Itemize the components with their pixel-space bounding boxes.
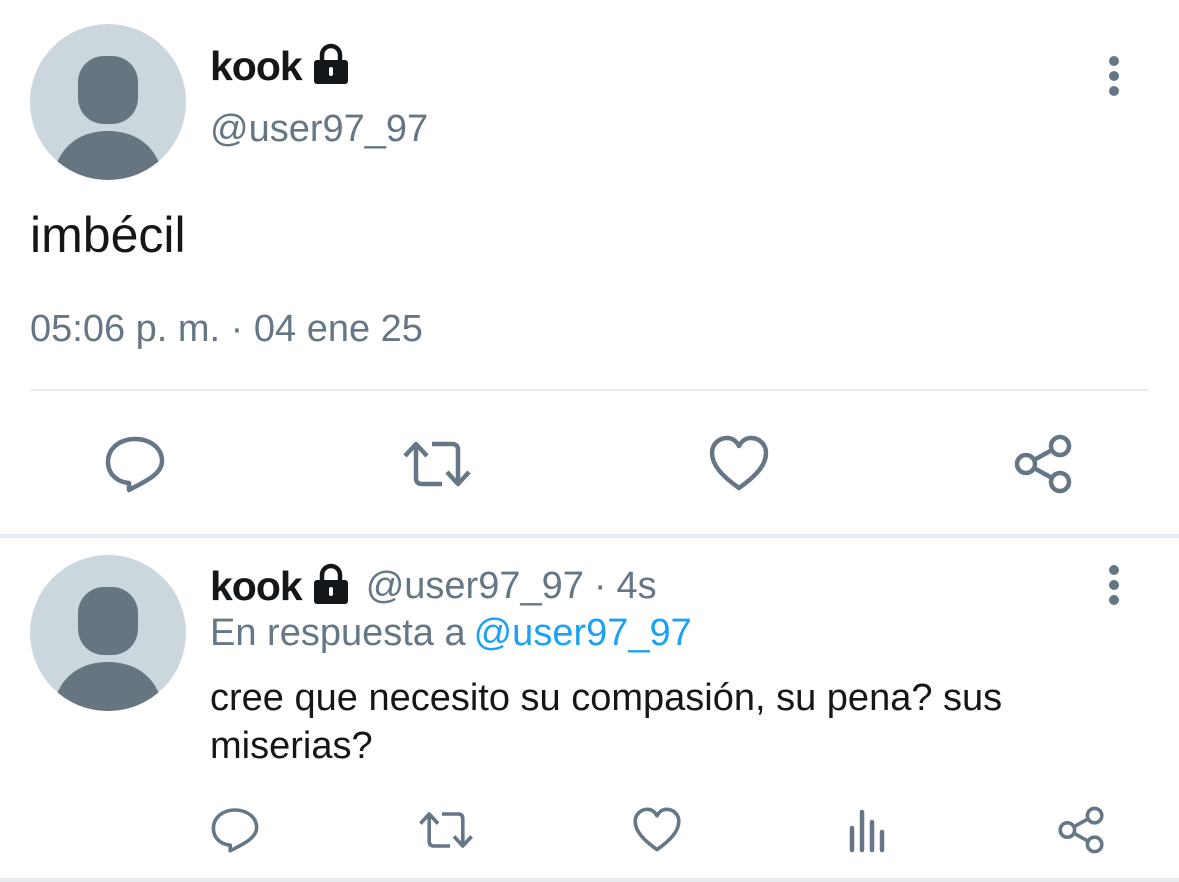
heart-icon bbox=[633, 807, 681, 852]
reply-header: kook @user97_97 · 4s bbox=[210, 558, 657, 614]
display-name[interactable]: kook bbox=[210, 563, 303, 610]
reply-icon bbox=[105, 436, 165, 493]
reply-icon bbox=[211, 808, 259, 853]
tweet-text: imbécil bbox=[30, 207, 186, 263]
separator: · bbox=[593, 564, 607, 607]
tweet-detail-page: kook @user97_97 imbécil 05:06 p. m. · 04… bbox=[0, 0, 1179, 882]
tweet-age: 4s bbox=[616, 564, 657, 607]
like-button[interactable] bbox=[708, 434, 770, 497]
tweet-text: cree que necesito su compasión, su pena?… bbox=[210, 677, 1003, 767]
reply-tweet[interactable]: kook @user97_97 · 4s En respuesta a @user… bbox=[0, 538, 1179, 882]
author-handle[interactable]: @user97_97 bbox=[366, 565, 584, 608]
reply-button[interactable] bbox=[210, 806, 260, 859]
retweet-button[interactable] bbox=[402, 434, 472, 499]
replying-to: En respuesta a @user97_97 bbox=[210, 612, 692, 655]
display-name[interactable]: kook bbox=[210, 43, 303, 90]
analytics-button[interactable] bbox=[846, 806, 890, 859]
mention-link[interactable]: @user97_97 bbox=[474, 612, 692, 654]
share-button[interactable] bbox=[1012, 434, 1074, 499]
heart-icon bbox=[709, 435, 769, 491]
default-profile-icon bbox=[52, 56, 164, 180]
retweet-icon bbox=[403, 441, 471, 487]
replying-to-label: En respuesta a bbox=[210, 612, 466, 654]
author-handle[interactable]: @user97_97 bbox=[210, 108, 428, 151]
author-name-row[interactable]: kook bbox=[210, 40, 352, 92]
default-profile-icon bbox=[52, 587, 164, 711]
lock-icon bbox=[310, 43, 352, 90]
more-vertical-icon[interactable] bbox=[1102, 55, 1126, 104]
retweet-icon bbox=[419, 812, 473, 848]
share-icon bbox=[1014, 434, 1072, 494]
retweet-button[interactable] bbox=[418, 806, 474, 859]
tweet-timestamp: 05:06 p. m. · 04 ene 25 bbox=[30, 308, 423, 350]
lock-icon bbox=[310, 563, 352, 610]
share-button[interactable] bbox=[1056, 806, 1106, 859]
divider bbox=[30, 389, 1148, 391]
more-vertical-icon[interactable] bbox=[1102, 564, 1126, 613]
avatar[interactable] bbox=[30, 555, 186, 711]
reply-button[interactable] bbox=[104, 434, 166, 499]
share-icon bbox=[1058, 806, 1104, 854]
divider bbox=[0, 878, 1179, 882]
like-button[interactable] bbox=[632, 806, 682, 858]
avatar[interactable] bbox=[30, 24, 186, 180]
analytics-icon bbox=[849, 809, 885, 853]
main-tweet: kook @user97_97 imbécil 05:06 p. m. · 04… bbox=[0, 0, 1179, 534]
